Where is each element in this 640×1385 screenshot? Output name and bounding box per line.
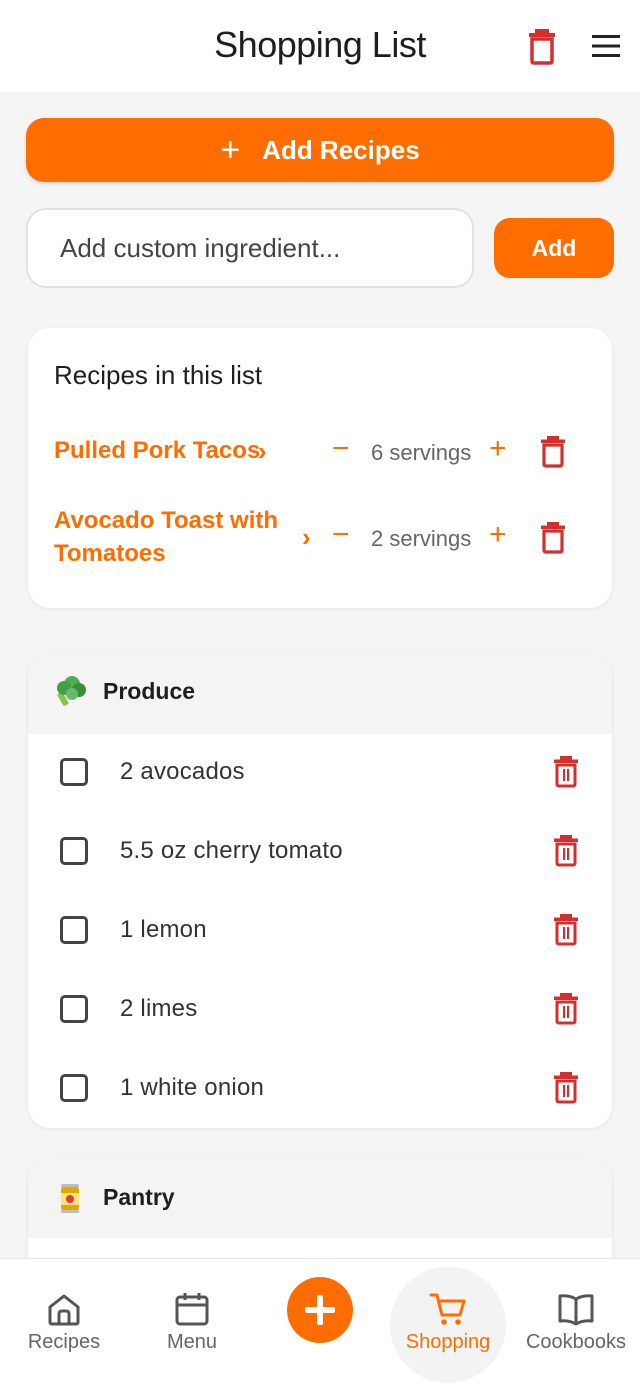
category-header[interactable]: Produce: [28, 652, 612, 734]
book-icon: [558, 1294, 594, 1326]
delete-item-trash-icon[interactable]: [552, 991, 580, 1025]
nav-label: Shopping: [405, 1331, 491, 1353]
remove-recipe-trash-icon[interactable]: [538, 434, 568, 468]
category-label: Pantry: [103, 1184, 175, 1210]
category-produce: Produce 2 avocados 5.5 oz cherry tomato …: [28, 652, 612, 1128]
nav-label: Recipes: [27, 1331, 101, 1353]
chevron-right-icon[interactable]: ›: [258, 436, 267, 467]
item-checkbox[interactable]: [60, 995, 88, 1023]
custom-ingredient-input[interactable]: [26, 208, 474, 288]
item-checkbox[interactable]: [60, 1074, 88, 1102]
recipe-link-pulled-pork-tacos[interactable]: Pulled Pork Tacos: [54, 434, 260, 467]
nav-item-shopping[interactable]: Shopping: [384, 1259, 512, 1385]
category-label: Produce: [103, 678, 196, 704]
delete-item-trash-icon[interactable]: [552, 912, 580, 946]
remove-recipe-trash-icon[interactable]: [538, 520, 568, 554]
calendar-icon: [175, 1293, 209, 1326]
decrease-servings-button[interactable]: −: [332, 518, 350, 552]
quick-add-button[interactable]: [287, 1277, 353, 1343]
item-checkbox[interactable]: [60, 916, 88, 944]
plus-icon: +: [220, 131, 241, 169]
add-ingredient-button[interactable]: Add: [494, 218, 614, 278]
item-text: 2 avocados: [120, 758, 245, 785]
increase-servings-button[interactable]: +: [489, 432, 507, 466]
canned-food-icon: [61, 1184, 79, 1213]
list-item: 2 limes: [28, 971, 612, 1050]
increase-servings-button[interactable]: +: [489, 518, 507, 552]
item-text: 5.5 oz cherry tomato: [120, 837, 343, 864]
broccoli-icon: [57, 676, 86, 706]
nav-item-recipes[interactable]: Recipes: [0, 1259, 128, 1385]
item-text: 1 lemon: [120, 916, 207, 943]
list-item: 2 avocados: [28, 734, 612, 813]
delete-item-trash-icon[interactable]: [552, 1070, 580, 1104]
plus-icon: [305, 1295, 335, 1325]
delete-item-trash-icon[interactable]: [552, 754, 580, 788]
menu-icon[interactable]: [588, 28, 624, 64]
bottom-navigation: Recipes Menu Shopping Cookbooks: [0, 1258, 640, 1385]
list-item: 1 white onion: [28, 1050, 612, 1128]
servings-count: 6 servings: [371, 440, 472, 465]
list-item: 1 lemon: [28, 892, 612, 971]
recipes-card-title: Recipes in this list: [54, 360, 263, 390]
servings-count: 2 servings: [371, 526, 472, 551]
recipes-card: Recipes in this list Pulled Pork Tacos ›…: [28, 328, 612, 608]
clear-list-trash-icon[interactable]: [524, 26, 560, 66]
category-header[interactable]: Pantry: [28, 1158, 612, 1238]
chevron-right-icon[interactable]: ›: [302, 522, 311, 553]
nav-label: Cookbooks: [525, 1331, 627, 1353]
add-recipes-label: Add Recipes: [262, 134, 420, 165]
item-text: 2 limes: [120, 995, 198, 1022]
nav-item-cookbooks[interactable]: Cookbooks: [512, 1259, 640, 1385]
item-text: 1 white onion: [120, 1074, 265, 1101]
nav-label: Menu: [166, 1331, 218, 1353]
recipe-link-avocado-toast[interactable]: Avocado Toast with Tomatoes: [54, 504, 294, 570]
item-checkbox[interactable]: [60, 837, 88, 865]
home-icon: [48, 1294, 80, 1326]
item-checkbox[interactable]: [60, 758, 88, 786]
cart-icon: [429, 1293, 466, 1325]
delete-item-trash-icon[interactable]: [552, 833, 580, 867]
list-item: 5.5 oz cherry tomato: [28, 813, 612, 892]
app-header: Shopping List: [0, 0, 640, 92]
add-recipes-button[interactable]: + Add Recipes: [26, 118, 614, 182]
nav-item-menu[interactable]: Menu: [128, 1259, 256, 1385]
decrease-servings-button[interactable]: −: [332, 432, 350, 466]
